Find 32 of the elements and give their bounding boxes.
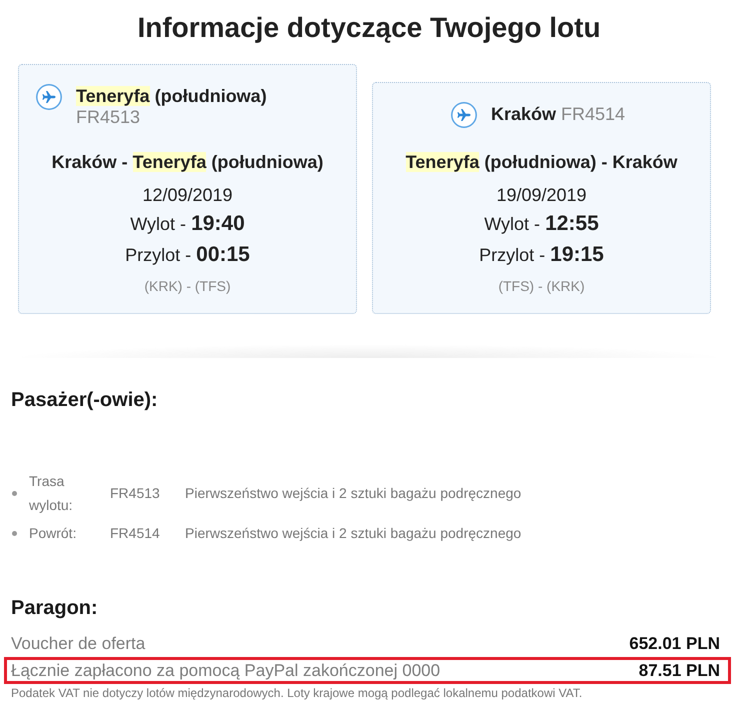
flight-date: 12/09/2019 [142,184,233,207]
flight-date: 19/09/2019 [496,184,587,207]
destination-name: Teneryfa (południowa) [76,86,267,106]
receipt-label: Łącznie zapłacono za pomocą PayPal zakończonej 0000 [11,660,440,681]
departure-time: Wylot - 12:55 [484,211,599,237]
service-description: Pierwszeństwo wejścia i 2 sztuki bagażu podręcznego [185,524,522,543]
receipt-amount: 87.51 PLN [638,660,720,681]
segment-label: Trasa wylotu: [29,472,74,515]
bullet-icon [12,530,17,536]
bullet-icon [12,490,17,496]
section-heading: Pasażer(-owie): [11,388,159,413]
flight-number: FR4513 [110,484,161,503]
tax-note: Podatek VAT nie dotyczy lotów międzynarodowych. Loty krajowe mogą podlegać lokalnemu podatkowi VAT. [11,685,584,702]
receipt-label: Voucher de oferta [11,633,146,654]
arrival-time: Przylot - 19:15 [479,242,604,268]
airplane-icon [450,102,477,128]
section-heading: Paragon: [11,596,99,621]
service-description: Pierwszeństwo wejścia i 2 sztuki bagażu podręcznego [185,484,522,503]
airport-codes: (KRK) - (TFS) [144,277,231,296]
destination-name: Kraków [490,104,556,124]
flight-number: FR4514 [110,524,161,543]
flight-number: FR4513 [76,107,140,127]
departure-time: Wylot - 19:40 [130,211,245,237]
route-text: Kraków - Teneryfa (południowa) [52,151,324,174]
flight-number: FR4514 [561,104,626,124]
airplane-icon [36,84,62,110]
arrival-time: Przylot - 00:15 [125,242,250,268]
receipt-amount: 652.01 PLN [629,633,720,654]
page-title: Informacje dotyczące Twojego lotu [136,11,602,45]
segment-label: Powrót: [29,524,78,543]
airport-codes: (TFS) - (KRK) [498,277,585,296]
route-text: Teneryfa (południowa) - Kraków [406,151,678,174]
